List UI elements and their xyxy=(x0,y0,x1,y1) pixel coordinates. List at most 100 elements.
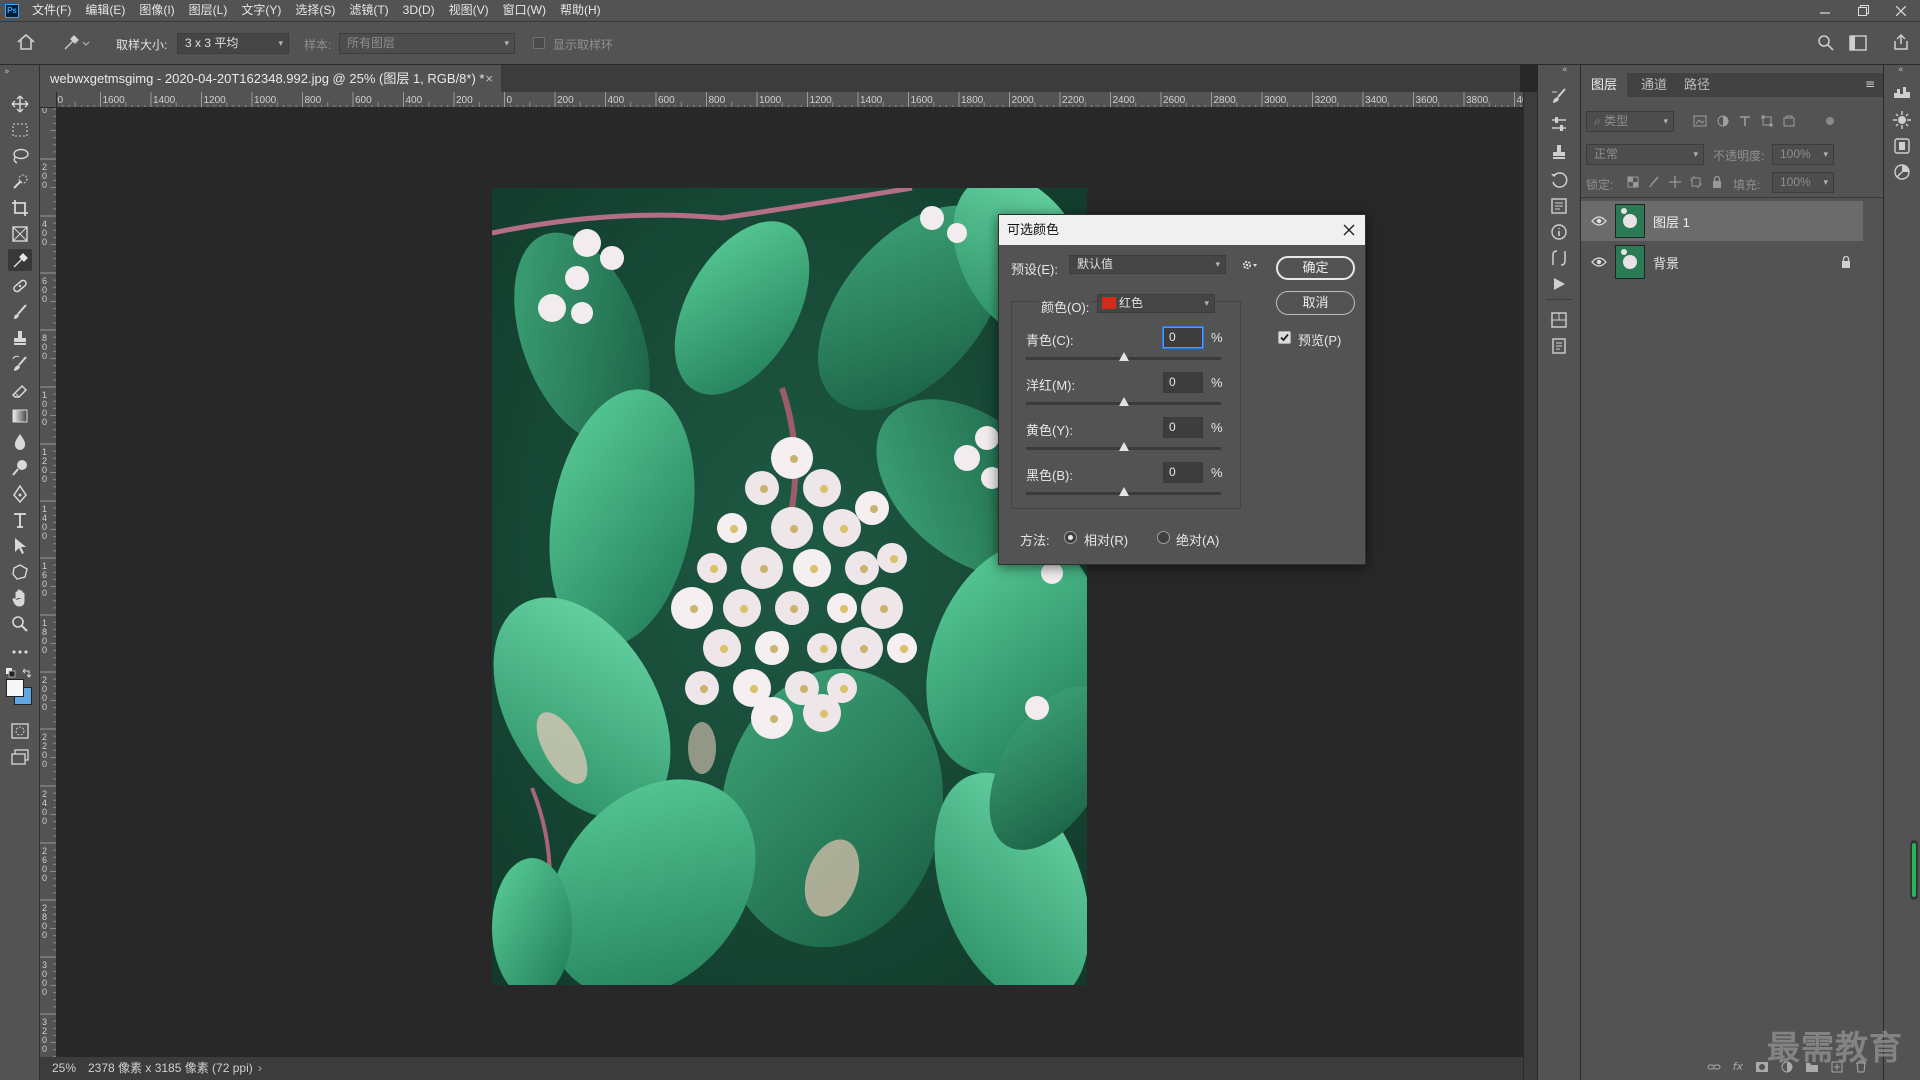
type-tool-icon[interactable] xyxy=(8,509,32,531)
yellow-input[interactable]: 0 xyxy=(1163,417,1203,438)
lock-pixels-icon[interactable] xyxy=(1648,176,1660,188)
tab-channels[interactable]: 通道 xyxy=(1631,73,1677,97)
chevron-right-icon[interactable]: › xyxy=(258,1057,262,1080)
info-icon[interactable] xyxy=(1548,221,1570,243)
paths-panel-icon[interactable] xyxy=(1548,247,1570,269)
swap-colors-icon[interactable] xyxy=(22,668,32,678)
opacity-field[interactable]: 100% ▾ xyxy=(1772,144,1834,165)
tab-paths[interactable]: 路径 xyxy=(1674,73,1720,97)
blur-tool-icon[interactable] xyxy=(8,431,32,453)
method-relative-label[interactable]: 相对(R) xyxy=(1084,530,1128,549)
preset-select[interactable]: 默认值 ▾ xyxy=(1069,255,1226,274)
workspace-icon[interactable] xyxy=(1849,35,1867,51)
method-absolute-radio[interactable] xyxy=(1157,531,1170,544)
fx-icon[interactable]: fx xyxy=(1733,1060,1743,1073)
filter-toggle-icon[interactable] xyxy=(1826,117,1834,125)
search-icon[interactable] xyxy=(1817,34,1835,52)
visibility-eye-icon[interactable] xyxy=(1591,256,1607,268)
home-icon[interactable] xyxy=(16,33,36,51)
menu-layer[interactable]: 图层(L) xyxy=(182,0,235,21)
adjustments-sliders-icon[interactable] xyxy=(1548,113,1570,135)
magenta-slider-thumb[interactable] xyxy=(1119,397,1129,406)
lock-icon[interactable] xyxy=(1841,256,1851,268)
close-icon[interactable] xyxy=(1341,222,1357,238)
document-info[interactable]: 2378 像素 x 3185 像素 (72 ppi) xyxy=(88,1057,253,1080)
notes-icon[interactable] xyxy=(1548,335,1570,357)
menu-filter[interactable]: 滤镜(T) xyxy=(342,0,395,21)
histogram-icon[interactable] xyxy=(1893,85,1911,99)
actions-play-icon[interactable] xyxy=(1548,273,1570,295)
foreground-color-swatch[interactable] xyxy=(6,679,24,697)
close-window-icon[interactable] xyxy=(1882,0,1920,21)
fill-field[interactable]: 100% ▾ xyxy=(1772,172,1834,193)
panel-menu-icon[interactable]: ≡ xyxy=(1865,77,1875,91)
zoom-level[interactable]: 25% xyxy=(52,1057,76,1080)
method-relative-radio[interactable] xyxy=(1064,531,1077,544)
minimize-icon[interactable] xyxy=(1806,0,1844,21)
history-brush-tool-icon[interactable] xyxy=(8,353,32,375)
show-ring-checkbox[interactable] xyxy=(533,37,545,49)
collapse-arrows-icon[interactable]: « xyxy=(1898,65,1904,75)
sample-size-select[interactable]: 3 x 3 平均 ▾ xyxy=(177,33,289,54)
collapse-arrows-icon[interactable]: » xyxy=(4,67,10,77)
clone-stamp-tool-icon[interactable] xyxy=(8,327,32,349)
pen-tool-icon[interactable] xyxy=(8,483,32,505)
more-tools-icon[interactable] xyxy=(8,641,32,663)
black-slider-thumb[interactable] xyxy=(1119,487,1129,496)
link-layers-icon[interactable] xyxy=(1707,1062,1721,1072)
zoom-tool-icon[interactable] xyxy=(8,613,32,635)
smart-object-filter-icon[interactable] xyxy=(1783,115,1795,127)
path-selection-tool-icon[interactable] xyxy=(8,535,32,557)
vertical-scrollbar[interactable] xyxy=(1523,92,1537,1080)
default-colors-icon[interactable] xyxy=(6,668,16,678)
vertical-ruler[interactable]: 0200400600800100012001400160018002000220… xyxy=(40,108,57,1057)
shape-tool-icon[interactable] xyxy=(8,561,32,583)
screen-mode-icon[interactable] xyxy=(8,746,32,768)
black-input[interactable]: 0 xyxy=(1163,462,1203,483)
eraser-tool-icon[interactable] xyxy=(8,379,32,401)
eyedropper-tool-icon[interactable] xyxy=(8,249,32,271)
horizontal-ruler[interactable]: 0016001400120010008006004002000200400600… xyxy=(57,92,1523,108)
restore-icon[interactable] xyxy=(1844,0,1882,21)
type-filter-icon[interactable] xyxy=(1739,115,1751,127)
visibility-eye-icon[interactable] xyxy=(1591,215,1607,227)
menu-type[interactable]: 文字(Y) xyxy=(234,0,288,21)
yellow-slider-thumb[interactable] xyxy=(1119,442,1129,451)
blend-mode-select[interactable]: 正常 ▾ xyxy=(1586,144,1704,165)
dodge-tool-icon[interactable] xyxy=(8,457,32,479)
cyan-input[interactable]: 0 xyxy=(1163,327,1203,348)
cancel-button[interactable]: 取消 xyxy=(1276,291,1355,315)
shape-filter-icon[interactable] xyxy=(1761,115,1773,127)
ok-button[interactable]: 确定 xyxy=(1276,256,1355,280)
method-absolute-label[interactable]: 绝对(A) xyxy=(1176,530,1219,549)
lock-all-icon[interactable] xyxy=(1711,176,1723,188)
preview-label[interactable]: 预览(P) xyxy=(1298,330,1341,349)
menu-image[interactable]: 图像(I) xyxy=(132,0,181,21)
collapse-arrows-icon[interactable]: « xyxy=(1562,65,1568,75)
menu-window[interactable]: 窗口(W) xyxy=(496,0,553,21)
lock-artboard-icon[interactable] xyxy=(1690,176,1702,188)
sample-select[interactable]: 所有图层 ▾ xyxy=(339,33,515,54)
menu-select[interactable]: 选择(S) xyxy=(288,0,342,21)
healing-brush-tool-icon[interactable] xyxy=(8,275,32,297)
brushes-panel-icon[interactable] xyxy=(1548,85,1570,107)
history-icon[interactable] xyxy=(1548,169,1570,191)
ruler-origin[interactable] xyxy=(40,92,57,108)
eyedropper-preset-icon[interactable] xyxy=(62,34,90,52)
adjustments-icon[interactable] xyxy=(1893,163,1911,181)
frame-tool-icon[interactable] xyxy=(8,223,32,245)
document-tab[interactable]: webwxgetmsgimg - 2020-04-20T162348.992.j… xyxy=(40,65,501,92)
clone-source-icon[interactable] xyxy=(1548,141,1570,163)
lock-transparent-icon[interactable] xyxy=(1627,176,1639,188)
preset-options-gear-icon[interactable] xyxy=(1242,259,1258,271)
quick-selection-tool-icon[interactable] xyxy=(8,171,32,193)
navigator-sun-icon[interactable] xyxy=(1893,111,1911,129)
crop-tool-icon[interactable] xyxy=(8,197,32,219)
channels-icon[interactable] xyxy=(1548,309,1570,331)
cyan-slider-thumb[interactable] xyxy=(1119,352,1129,361)
layer-row-layer1[interactable]: 图层 1 xyxy=(1581,201,1863,241)
menu-file[interactable]: 文件(F) xyxy=(25,0,78,21)
layer-filter-select[interactable]: ⌕ 类型 ▾ xyxy=(1586,111,1674,132)
marquee-tool-icon[interactable] xyxy=(8,119,32,141)
lasso-tool-icon[interactable] xyxy=(8,145,32,167)
